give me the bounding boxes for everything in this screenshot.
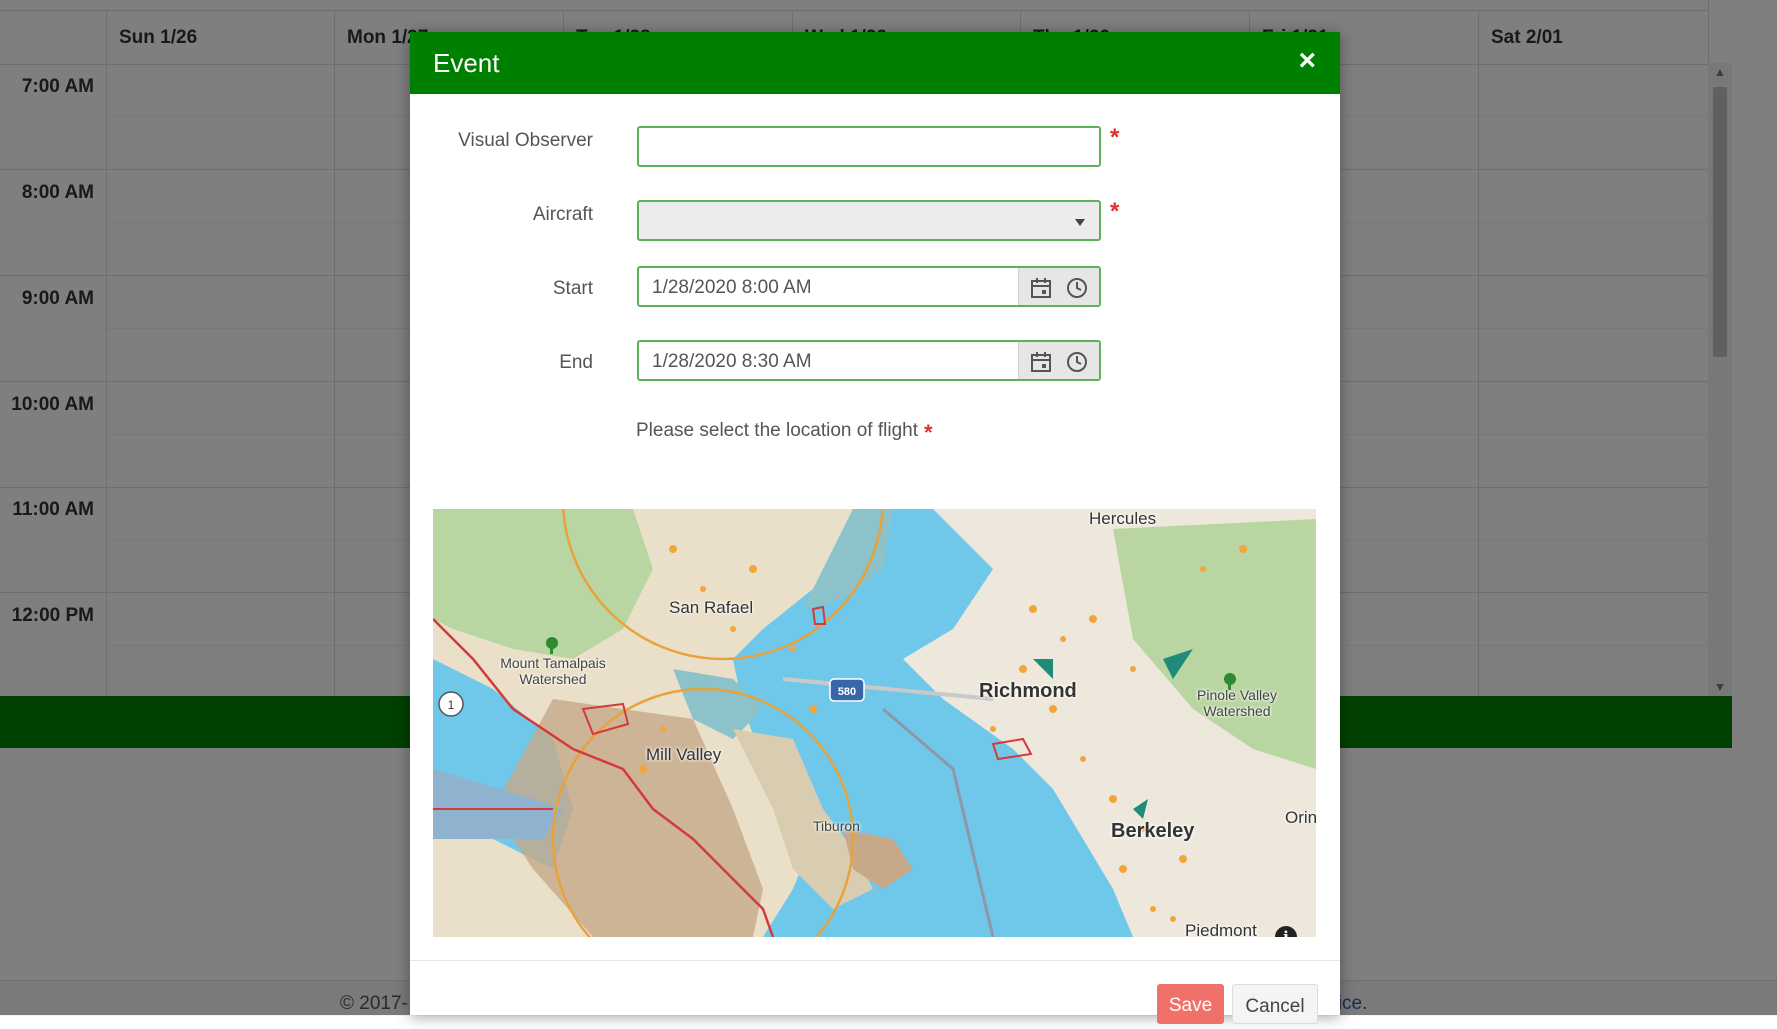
end-label: End xyxy=(559,352,593,373)
location-prompt: Please select the location of flight * xyxy=(636,420,933,446)
clock-icon[interactable] xyxy=(1066,351,1088,373)
calendar-icon[interactable] xyxy=(1030,277,1052,299)
map-label-san-rafael: San Rafael xyxy=(669,598,754,617)
start-datetime-input[interactable]: 1/28/2020 8:00 AM xyxy=(637,266,1101,307)
map-label-hercules: Hercules xyxy=(1089,509,1157,528)
highway-shield-label: 580 xyxy=(838,686,856,698)
location-prompt-text: Please select the location of flight xyxy=(636,420,919,441)
dialog-footer-divider xyxy=(410,960,1340,961)
map-label-berkeley: Berkeley xyxy=(1111,820,1195,842)
calendar-icon[interactable] xyxy=(1030,351,1052,373)
aircraft-select[interactable] xyxy=(637,200,1101,241)
end-value: 1/28/2020 8:30 AM xyxy=(652,351,812,372)
save-button[interactable]: Save xyxy=(1157,984,1224,1024)
start-value: 1/28/2020 8:00 AM xyxy=(652,277,812,298)
dialog-title: Event xyxy=(433,48,500,78)
map-canvas[interactable]: 580 1 xyxy=(433,509,1316,937)
start-picker-buttons xyxy=(1018,268,1099,305)
map-label-mill-valley: Mill Valley xyxy=(646,745,722,764)
flight-location-map[interactable]: 580 1 Hercules San Rafael Richmond Mount… xyxy=(433,509,1316,937)
map-label-orin: Orin xyxy=(1285,808,1316,827)
chevron-down-icon[interactable] xyxy=(1075,219,1085,226)
map-label-tiburon: Tiburon xyxy=(813,818,860,834)
required-marker: * xyxy=(924,420,933,445)
aircraft-label: Aircraft xyxy=(532,204,593,225)
map-label-piedmont: Piedmont xyxy=(1185,921,1257,937)
required-marker: * xyxy=(1110,124,1120,151)
visual-observer-label: Visual Observer xyxy=(458,130,593,151)
close-icon[interactable]: × xyxy=(1298,44,1316,78)
end-picker-buttons xyxy=(1018,342,1099,379)
map-label-richmond: Richmond xyxy=(979,680,1077,702)
end-datetime-input[interactable]: 1/28/2020 8:30 AM xyxy=(637,340,1101,381)
map-label-pinole-valley: Pinole Valley Watershed xyxy=(1197,687,1277,719)
start-label: Start xyxy=(552,278,593,299)
event-dialog: Event × Visual Observer * Aircraft * Sta… xyxy=(410,32,1340,1024)
cancel-button[interactable]: Cancel xyxy=(1232,984,1318,1024)
required-marker: * xyxy=(1110,198,1120,225)
map-marker-count[interactable]: 1 xyxy=(448,698,455,712)
clock-icon[interactable] xyxy=(1066,277,1088,299)
dialog-header: Event × xyxy=(410,32,1340,94)
map-label-mount-tamalpais: Mount Tamalpais Watershed xyxy=(500,655,606,687)
visual-observer-input[interactable] xyxy=(637,126,1101,167)
